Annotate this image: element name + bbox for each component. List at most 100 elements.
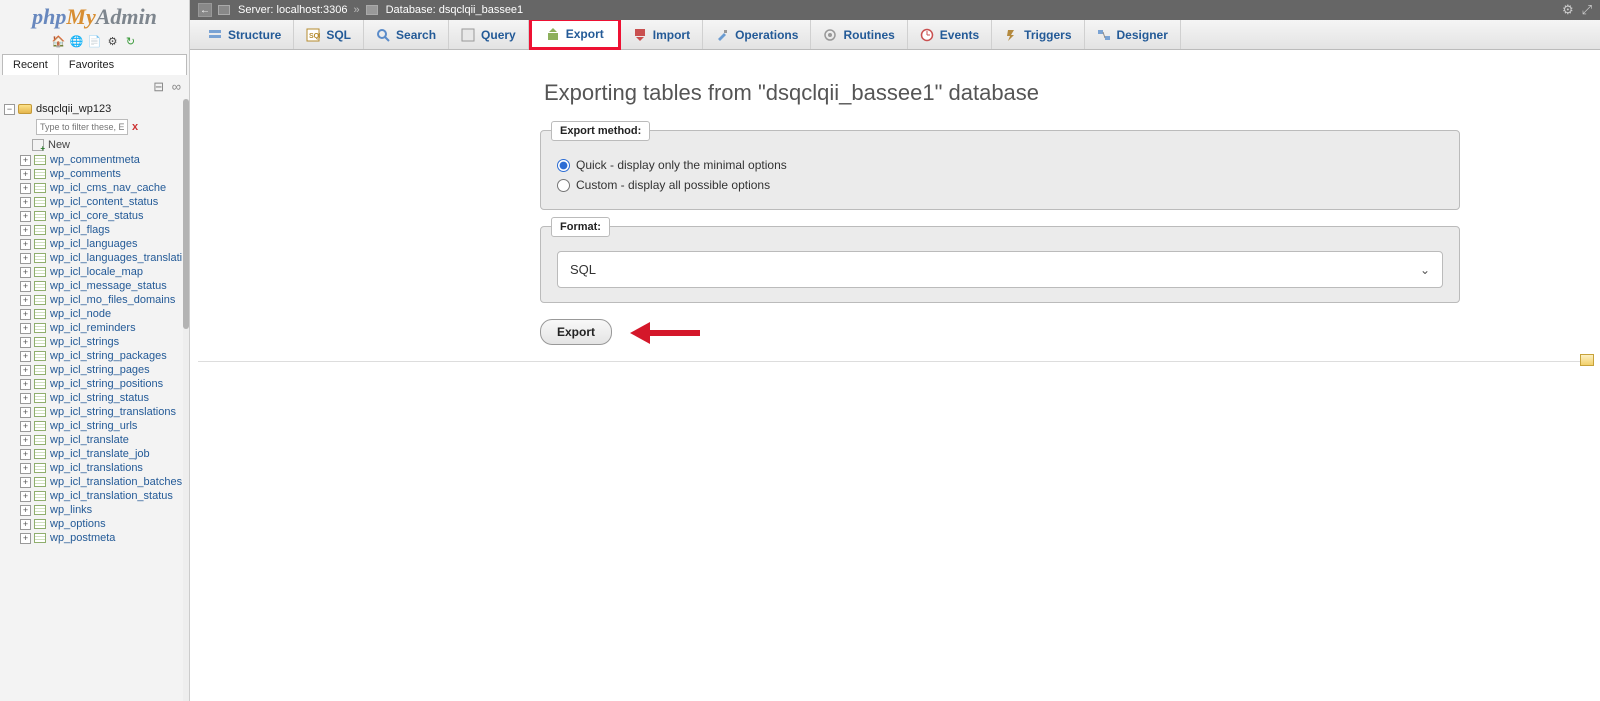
docs-icon[interactable]: 📄 — [88, 34, 102, 48]
table-node[interactable]: + wp_icl_string_positions — [2, 377, 189, 391]
table-node[interactable]: + wp_icl_string_packages — [2, 349, 189, 363]
expand-toggle-icon[interactable]: + — [20, 491, 31, 502]
table-name[interactable]: wp_icl_languages_translati — [50, 252, 182, 264]
gear-icon[interactable]: ⚙ — [1562, 2, 1574, 18]
expand-toggle-icon[interactable]: + — [20, 267, 31, 278]
clear-filter-icon[interactable]: x — [132, 121, 138, 133]
expand-toggle-icon[interactable]: + — [20, 421, 31, 432]
export-go-button[interactable]: Export — [540, 319, 612, 345]
db-name-label[interactable]: dsqclqii_wp123 — [36, 103, 111, 115]
radio-quick-input[interactable] — [557, 159, 570, 172]
table-name[interactable]: wp_options — [50, 518, 106, 530]
table-filter-input[interactable] — [36, 119, 128, 135]
table-name[interactable]: wp_icl_translate — [50, 434, 129, 446]
tab-sql[interactable]: SQLSQL — [294, 20, 364, 49]
radio-quick[interactable]: Quick - display only the minimal options — [557, 155, 1443, 175]
expand-toggle-icon[interactable]: + — [20, 239, 31, 250]
radio-custom[interactable]: Custom - display all possible options — [557, 175, 1443, 195]
table-name[interactable]: wp_icl_reminders — [50, 322, 136, 334]
tree-scrollbar[interactable] — [183, 99, 189, 701]
expand-toggle-icon[interactable]: + — [20, 323, 31, 334]
tab-export[interactable]: Export — [529, 18, 621, 50]
table-name[interactable]: wp_icl_translations — [50, 462, 143, 474]
table-name[interactable]: wp_icl_content_status — [50, 196, 158, 208]
table-node[interactable]: + wp_comments — [2, 167, 189, 181]
expand-toggle-icon[interactable]: + — [20, 519, 31, 530]
table-name[interactable]: wp_icl_string_packages — [50, 350, 167, 362]
table-name[interactable]: wp_postmeta — [50, 532, 115, 544]
table-name[interactable]: wp_icl_string_pages — [50, 364, 150, 376]
tab-routines[interactable]: Routines — [811, 20, 907, 49]
table-name[interactable]: wp_icl_string_positions — [50, 378, 163, 390]
table-name[interactable]: wp_icl_string_status — [50, 392, 149, 404]
table-node[interactable]: + wp_icl_translation_status — [2, 489, 189, 503]
expand-toggle-icon[interactable]: + — [20, 463, 31, 474]
logout-icon[interactable]: 🌐 — [70, 34, 84, 48]
expand-toggle-icon[interactable]: + — [20, 309, 31, 320]
logo[interactable]: phpMyAdmin — [0, 0, 189, 32]
table-node[interactable]: + wp_icl_translation_batches — [2, 475, 189, 489]
format-select[interactable]: SQL ⌄ — [557, 251, 1443, 288]
tab-recent[interactable]: Recent — [3, 55, 59, 75]
table-node[interactable]: +wp_icl_content_status — [2, 195, 189, 209]
table-node[interactable]: + wp_icl_reminders — [2, 321, 189, 335]
tab-events[interactable]: Events — [908, 20, 992, 49]
tab-search[interactable]: Search — [364, 20, 449, 49]
expand-toggle-icon[interactable]: + — [20, 183, 31, 194]
table-node[interactable]: + wp_icl_flags — [2, 223, 189, 237]
table-name[interactable]: wp_icl_strings — [50, 336, 119, 348]
table-node[interactable]: +wp_icl_strings — [2, 335, 189, 349]
tab-operations[interactable]: Operations — [703, 20, 811, 49]
table-name[interactable]: wp_icl_message_status — [50, 280, 167, 292]
expand-toggle-icon[interactable]: + — [20, 169, 31, 180]
tab-import[interactable]: Import — [621, 20, 703, 49]
table-name[interactable]: wp_icl_translation_status — [50, 490, 173, 502]
table-node[interactable]: +wp_icl_locale_map — [2, 265, 189, 279]
expand-toggle-icon[interactable]: + — [20, 477, 31, 488]
table-name[interactable]: wp_icl_flags — [50, 224, 110, 236]
breadcrumb-server[interactable]: Server: localhost:3306 — [238, 4, 347, 16]
table-name[interactable]: wp_icl_core_status — [50, 210, 144, 222]
expand-toggle-icon[interactable]: + — [20, 253, 31, 264]
table-node[interactable]: +wp_icl_translate_job — [2, 447, 189, 461]
table-name[interactable]: wp_icl_string_translations — [50, 406, 176, 418]
tab-designer[interactable]: Designer — [1085, 20, 1181, 49]
back-icon[interactable]: ← — [198, 3, 212, 17]
table-name[interactable]: wp_comments — [50, 168, 121, 180]
table-node[interactable]: +wp_icl_string_translations — [2, 405, 189, 419]
table-node[interactable]: + wp_icl_languages — [2, 237, 189, 251]
expand-toggle-icon[interactable]: + — [20, 435, 31, 446]
table-node[interactable]: +wp_icl_string_urls — [2, 419, 189, 433]
table-node[interactable]: + wp_options — [2, 517, 189, 531]
expand-toggle-icon[interactable]: + — [20, 393, 31, 404]
table-name[interactable]: wp_icl_languages — [50, 238, 137, 250]
table-name[interactable]: wp_icl_node — [50, 308, 111, 320]
expand-toggle-icon[interactable]: + — [20, 225, 31, 236]
table-node[interactable]: + wp_icl_languages_translati — [2, 251, 189, 265]
expand-toggle-icon[interactable]: + — [20, 365, 31, 376]
table-node[interactable]: +wp_icl_cms_nav_cache — [2, 181, 189, 195]
expand-toggle-icon[interactable]: + — [20, 281, 31, 292]
new-table-link[interactable]: New — [2, 137, 189, 153]
table-node[interactable]: + wp_icl_core_status — [2, 209, 189, 223]
console-toggle-icon[interactable] — [1580, 354, 1594, 366]
expand-toggle-icon[interactable]: + — [20, 351, 31, 362]
table-name[interactable]: wp_icl_translation_batches — [50, 476, 182, 488]
table-name[interactable]: wp_links — [50, 504, 92, 516]
reload-icon[interactable]: ↻ — [124, 34, 138, 48]
tab-favorites[interactable]: Favorites — [59, 55, 124, 75]
tab-triggers[interactable]: Triggers — [992, 20, 1084, 49]
tab-structure[interactable]: Structure — [196, 20, 294, 49]
unlink-icon[interactable]: ∞ — [172, 79, 181, 94]
table-node[interactable]: +wp_commentmeta — [2, 153, 189, 167]
table-node[interactable]: + wp_links — [2, 503, 189, 517]
table-name[interactable]: wp_icl_translate_job — [50, 448, 150, 460]
expand-toggle-icon[interactable]: + — [20, 211, 31, 222]
table-node[interactable]: +wp_postmeta — [2, 531, 189, 545]
expand-toggle-icon[interactable]: + — [20, 379, 31, 390]
expand-icon[interactable]: ⤢ — [1582, 2, 1592, 18]
collapse-icon[interactable]: ⊟ — [153, 79, 164, 94]
expand-toggle-icon[interactable]: + — [20, 505, 31, 516]
table-node[interactable]: + wp_icl_string_pages — [2, 363, 189, 377]
table-node[interactable]: + wp_icl_translations — [2, 461, 189, 475]
